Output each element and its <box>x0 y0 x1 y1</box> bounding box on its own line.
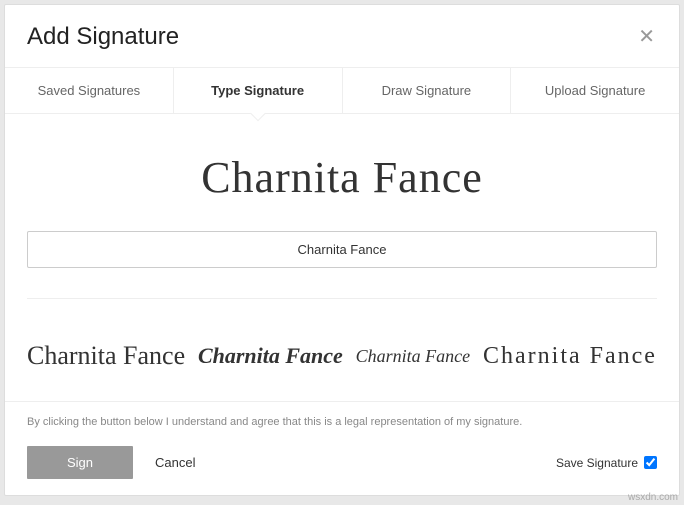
cancel-button[interactable]: Cancel <box>155 455 195 470</box>
font-options: Charnita Fance Charnita Fance Charnita F… <box>27 298 657 393</box>
tab-saved-signatures[interactable]: Saved Signatures <box>5 68 174 113</box>
tab-content: Charnita Fance Charnita Fance Charnita F… <box>5 114 679 401</box>
disclaimer-text: By clicking the button below I understan… <box>27 416 657 428</box>
save-signature-checkbox[interactable] <box>644 456 657 469</box>
font-option-4[interactable]: Charnita Fance <box>483 339 657 373</box>
font-option-3[interactable]: Charnita Fance <box>356 339 471 373</box>
close-icon[interactable]: ✕ <box>636 25 657 49</box>
font-option-1[interactable]: Charnita Fance <box>27 339 185 373</box>
signature-preview: Charnita Fance <box>27 114 657 231</box>
signature-input[interactable] <box>27 231 657 268</box>
actions-left: Sign Cancel <box>27 446 196 479</box>
tab-upload-signature[interactable]: Upload Signature <box>511 68 679 113</box>
save-signature-label: Save Signature <box>556 456 638 470</box>
action-bar: Sign Cancel Save Signature <box>27 446 657 479</box>
watermark: wsxdn.com <box>628 492 678 503</box>
modal-header: Add Signature ✕ <box>5 5 679 67</box>
modal-footer: By clicking the button below I understan… <box>5 401 679 495</box>
tab-draw-signature[interactable]: Draw Signature <box>343 68 512 113</box>
modal-title: Add Signature <box>27 23 179 51</box>
add-signature-modal: Add Signature ✕ Saved Signatures Type Si… <box>4 4 680 496</box>
tab-bar: Saved Signatures Type Signature Draw Sig… <box>5 67 679 114</box>
sign-button[interactable]: Sign <box>27 446 133 479</box>
save-signature-option[interactable]: Save Signature <box>556 456 657 470</box>
font-option-2[interactable]: Charnita Fance <box>198 339 343 373</box>
tab-type-signature[interactable]: Type Signature <box>174 68 343 113</box>
